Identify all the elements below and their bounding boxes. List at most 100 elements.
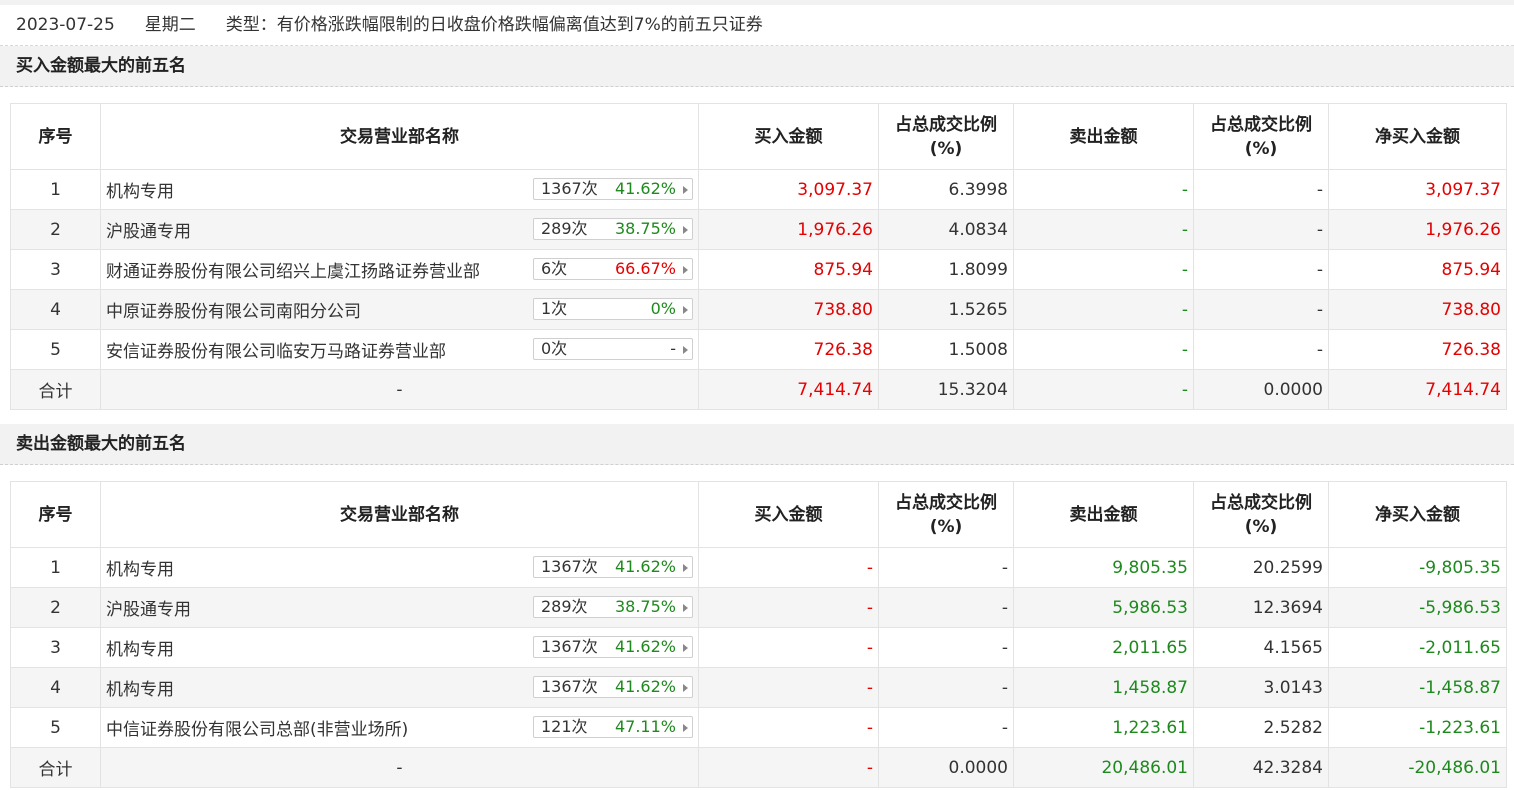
buy-ratio: 1.5008 xyxy=(878,329,1014,370)
col-index: 序号 xyxy=(10,481,101,548)
buy-ratio: - xyxy=(878,707,1014,748)
buy-ratio: 4.0834 xyxy=(878,209,1014,250)
net-buy-amount: 726.38 xyxy=(1328,329,1507,370)
branch-name: 安信证券股份有限公司临安万马路证券营业部 xyxy=(106,342,446,362)
chevron-right-icon xyxy=(683,724,688,732)
table-row: 3 财通证券股份有限公司绍兴上虞江扬路证券营业部 6次 66.67% 875.94 1.8… xyxy=(10,249,1507,290)
sell-amount: - xyxy=(1013,289,1194,330)
total-name: - xyxy=(100,747,699,788)
col-sell: 卖出金额 xyxy=(1013,103,1194,170)
net-buy-amount: -9,805.35 xyxy=(1328,547,1507,588)
branch-name: 沪股通专用 xyxy=(106,600,191,620)
chevron-right-icon xyxy=(683,226,688,234)
branch-name: 沪股通专用 xyxy=(106,222,191,242)
total-buy-ratio: 0.0000 xyxy=(878,747,1014,788)
listing-count: 289次 xyxy=(541,219,588,238)
chevron-right-icon xyxy=(683,186,688,194)
total-net: -20,486.01 xyxy=(1328,747,1507,788)
net-buy-amount: 1,976.26 xyxy=(1328,209,1507,250)
branch-name: 中信证券股份有限公司总部(非营业场所) xyxy=(106,720,409,740)
sell-amount: - xyxy=(1013,249,1194,290)
branch-stats-button[interactable]: 289次 38.75% xyxy=(533,218,693,240)
branch-stats-button[interactable]: 1次 0% xyxy=(533,298,693,320)
listing-count: 1367次 xyxy=(541,557,598,576)
branch-cell: 沪股通专用 289次 38.75% xyxy=(100,587,699,628)
branch-stats-button[interactable]: 0次 - xyxy=(533,338,693,360)
buy-ratio: - xyxy=(878,627,1014,668)
table-row: 3 机构专用 1367次 41.62% - -2,011.65 4.1565 -2,011.6… xyxy=(10,627,1507,668)
net-buy-amount: -5,986.53 xyxy=(1328,587,1507,628)
net-buy-amount: -2,011.65 xyxy=(1328,627,1507,668)
row-index: 4 xyxy=(10,289,101,330)
branch-stats-button[interactable]: 121次 47.11% xyxy=(533,716,693,738)
total-sell-ratio: 42.3284 xyxy=(1193,747,1329,788)
listing-count: 1367次 xyxy=(541,637,598,656)
table-row: 1 机构专用 1367次 41.62% 3,097.37 6.3998- -3,097.37 xyxy=(10,169,1507,210)
chevron-right-icon xyxy=(683,306,688,314)
listing-count: 1367次 xyxy=(541,677,598,696)
branch-name: 机构专用 xyxy=(106,680,174,700)
branch-cell: 中信证券股份有限公司总部(非营业场所) 121次 47.11% xyxy=(100,707,699,748)
table-row: 4 机构专用 1367次 41.62% - -1,458.87 3.0143 -1,458.8… xyxy=(10,667,1507,708)
win-rate: 41.62% xyxy=(614,179,676,198)
sell-amount: - xyxy=(1013,329,1194,370)
branch-cell: 机构专用 1367次 41.62% xyxy=(100,667,699,708)
col-net: 净买入金额 xyxy=(1328,103,1507,170)
total-buy: 7,414.74 xyxy=(698,369,879,410)
branch-stats-button[interactable]: 1367次 41.62% xyxy=(533,178,693,200)
branch-name: 机构专用 xyxy=(106,182,174,202)
buy-amount: 3,097.37 xyxy=(698,169,879,210)
win-rate: 41.62% xyxy=(614,637,676,656)
row-index: 4 xyxy=(10,667,101,708)
col-sell: 卖出金额 xyxy=(1013,481,1194,548)
branch-stats-button[interactable]: 6次 66.67% xyxy=(533,258,693,280)
buy-amount: - xyxy=(698,587,879,628)
buy-amount: - xyxy=(698,547,879,588)
weekday: 星期二 xyxy=(144,15,196,35)
buy-ratio: 6.3998 xyxy=(878,169,1014,210)
sell-ratio: 20.2599 xyxy=(1193,547,1329,588)
total-sell-ratio: 0.0000 xyxy=(1193,369,1329,410)
row-index: 1 xyxy=(10,547,101,588)
branch-cell: 安信证券股份有限公司临安万马路证券营业部 0次 - xyxy=(100,329,699,370)
listing-count: 1次 xyxy=(541,299,568,318)
col-net: 净买入金额 xyxy=(1328,481,1507,548)
win-rate: 41.62% xyxy=(614,557,676,576)
row-index: 2 xyxy=(10,209,101,250)
sell-amount: 5,986.53 xyxy=(1013,587,1194,628)
row-index: 5 xyxy=(10,707,101,748)
sell-ratio: - xyxy=(1193,169,1329,210)
table-row: 5 中信证券股份有限公司总部(非营业场所) 121次 47.11% - -1,223.61… xyxy=(10,707,1507,748)
branch-stats-button[interactable]: 1367次 41.62% xyxy=(533,636,693,658)
sell-ratio: - xyxy=(1193,249,1329,290)
sell-amount: 1,223.61 xyxy=(1013,707,1194,748)
chevron-right-icon xyxy=(683,346,688,354)
branch-stats-button[interactable]: 1367次 41.62% xyxy=(533,556,693,578)
sell-amount: - xyxy=(1013,209,1194,250)
buy-ratio: - xyxy=(878,587,1014,628)
table-header-row: 序号 交易营业部名称 买入金额 占总成交比例 (%) 卖出金额 占总成交比例 (%)… xyxy=(10,103,1507,170)
total-net: 7,414.74 xyxy=(1328,369,1507,410)
branch-stats-button[interactable]: 289次 38.75% xyxy=(533,596,693,618)
sell-ratio: - xyxy=(1193,209,1329,250)
total-sell: 20,486.01 xyxy=(1013,747,1194,788)
row-index: 3 xyxy=(10,249,101,290)
buy-top5-table: 序号 交易营业部名称 买入金额 占总成交比例 (%) 卖出金额 占总成交比例 (%)… xyxy=(10,103,1507,410)
branch-stats-button[interactable]: 1367次 41.62% xyxy=(533,676,693,698)
buy-ratio: - xyxy=(878,667,1014,708)
buy-ratio: 1.8099 xyxy=(878,249,1014,290)
branch-cell: 机构专用 1367次 41.62% xyxy=(100,169,699,210)
table-row: 2 沪股通专用 289次 38.75% - -5,986.53 12.3694 -5,986.… xyxy=(10,587,1507,628)
row-index: 1 xyxy=(10,169,101,210)
col-buy: 买入金额 xyxy=(698,481,879,548)
buy-amount: - xyxy=(698,667,879,708)
col-name: 交易营业部名称 xyxy=(100,103,699,170)
branch-cell: 沪股通专用 289次 38.75% xyxy=(100,209,699,250)
info-header: 2023-07-25 星期二 类型：有价格涨跌幅限制的日收盘价格跌幅偏离值达到7%的… xyxy=(0,5,1514,46)
total-row: 合计 -7,414.74 15.3204-0.0000 7,414.74 xyxy=(10,369,1507,410)
branch-cell: 机构专用 1367次 41.62% xyxy=(100,627,699,668)
sell-amount: 1,458.87 xyxy=(1013,667,1194,708)
table-row: 5 安信证券股份有限公司临安万马路证券营业部 0次 -726.38 1.5008- -72… xyxy=(10,329,1507,370)
sell-amount: - xyxy=(1013,169,1194,210)
sell-ratio: 3.0143 xyxy=(1193,667,1329,708)
